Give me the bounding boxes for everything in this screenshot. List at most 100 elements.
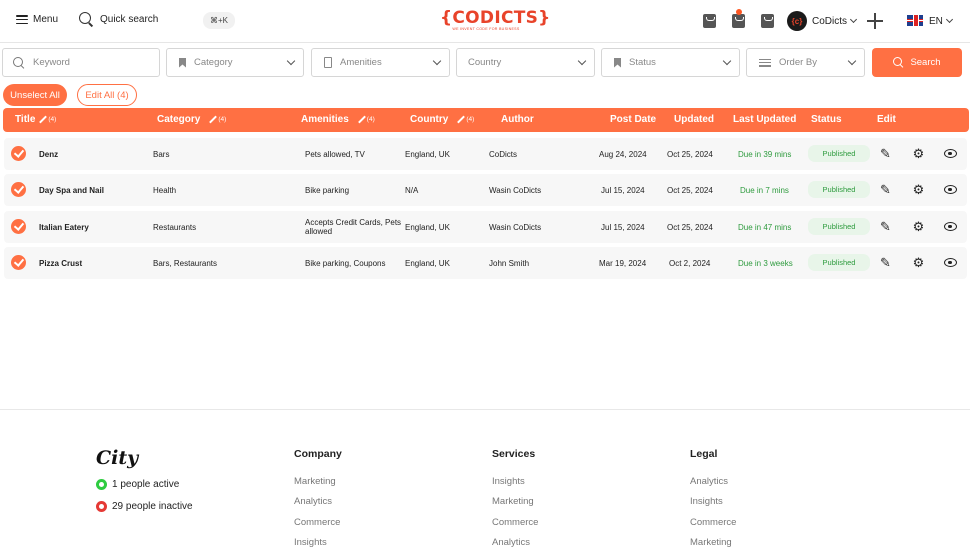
- plus-icon[interactable]: [867, 13, 883, 29]
- pencil-icon[interactable]: ✎: [878, 146, 893, 161]
- check-icon[interactable]: [11, 219, 26, 234]
- row-last-updated: Due in 47 mins: [738, 222, 792, 232]
- pencil-icon[interactable]: [209, 116, 216, 123]
- eye-icon[interactable]: [944, 222, 957, 231]
- logo-text: {CODICTS}: [440, 8, 551, 28]
- footer-link[interactable]: Insights: [690, 496, 736, 516]
- row-title[interactable]: Italian Eatery: [39, 211, 89, 243]
- footer-heading: Legal: [690, 448, 718, 460]
- quick-search-button[interactable]: Quick search: [79, 12, 158, 27]
- country-select[interactable]: Country: [456, 48, 595, 77]
- footer-link[interactable]: Marketing: [690, 537, 736, 550]
- brand-logo[interactable]: {CODICTS} WE INVENT CODE FOR BUSINESS: [440, 8, 551, 31]
- order-by-select[interactable]: Order By: [746, 48, 865, 77]
- row-title[interactable]: Denz: [39, 138, 58, 170]
- footer-link[interactable]: Analytics: [690, 476, 736, 496]
- language-selector[interactable]: EN: [929, 15, 953, 27]
- user-menu[interactable]: CoDicts: [812, 15, 858, 27]
- row-category: Health: [153, 185, 177, 195]
- footer-link[interactable]: Insights: [294, 537, 342, 550]
- row-updated: Oct 25, 2024: [667, 222, 713, 232]
- row-category: Bars: [153, 149, 170, 159]
- header-post-date[interactable]: Post Date: [610, 114, 656, 125]
- check-icon[interactable]: [11, 146, 26, 161]
- table-row[interactable]: Italian Eatery Restaurants Accepts Credi…: [4, 211, 967, 243]
- header-updated[interactable]: Updated: [674, 114, 714, 125]
- header-category[interactable]: Category (4): [157, 114, 226, 125]
- gear-icon[interactable]: ⚙: [911, 182, 926, 197]
- country-label: Country: [468, 57, 502, 68]
- search-button-label: Search: [910, 57, 941, 68]
- search-button[interactable]: Search: [872, 48, 962, 77]
- order-by-label: Order By: [779, 57, 818, 68]
- amenities-select[interactable]: Amenities: [311, 48, 450, 77]
- header-author[interactable]: Author: [501, 114, 534, 125]
- footer-link[interactable]: Commerce: [294, 517, 342, 537]
- chevron-down-icon: [286, 56, 296, 66]
- category-label: Category: [194, 57, 233, 68]
- header-country-label: Country: [410, 114, 449, 125]
- edit-all-button[interactable]: Edit All (4): [77, 84, 137, 106]
- bookmark-icon: [179, 57, 186, 68]
- check-icon[interactable]: [11, 182, 26, 197]
- gear-icon[interactable]: ⚙: [911, 219, 926, 234]
- status-select[interactable]: Status: [601, 48, 740, 77]
- row-title[interactable]: Day Spa and Nail: [39, 174, 104, 206]
- pencil-icon[interactable]: ✎: [878, 219, 893, 234]
- inactive-status: 29 people inactive: [96, 501, 193, 512]
- download-icon[interactable]: [761, 14, 774, 28]
- uk-flag-icon[interactable]: [907, 15, 923, 26]
- footer-link[interactable]: Analytics: [294, 496, 342, 516]
- status-badge: Published: [808, 181, 870, 198]
- row-country: England, UK: [405, 149, 450, 159]
- keyword-input[interactable]: Keyword: [2, 48, 160, 77]
- menu-button[interactable]: Menu: [16, 14, 58, 25]
- avatar[interactable]: {c}: [787, 11, 807, 31]
- eye-icon[interactable]: [944, 185, 957, 194]
- search-icon: [893, 57, 904, 68]
- search-icon: [13, 56, 25, 69]
- pencil-icon[interactable]: ✎: [878, 255, 893, 270]
- footer-link[interactable]: Insights: [492, 476, 538, 496]
- header-title[interactable]: Title (4): [15, 114, 56, 125]
- footer-column-services: Services Insights Marketing Commerce Ana…: [492, 448, 538, 550]
- row-author: John Smith: [489, 258, 530, 268]
- pencil-icon[interactable]: [39, 116, 46, 123]
- row-amenities: Accepts Credit Cards, Pets allowed: [305, 218, 402, 236]
- notification-dot: [736, 9, 742, 15]
- footer-heading: Company: [294, 448, 342, 460]
- table-header: Title (4) Category (4) Amenities (4) Cou…: [3, 108, 969, 132]
- footer-link[interactable]: Commerce: [492, 517, 538, 537]
- eye-icon[interactable]: [944, 149, 957, 158]
- table-row[interactable]: Pizza Crust Bars, Restaurants Bike parki…: [4, 247, 967, 279]
- status-badge: Published: [808, 145, 870, 162]
- gear-icon[interactable]: ⚙: [911, 146, 926, 161]
- check-icon[interactable]: [11, 255, 26, 270]
- row-updated: Oct 2, 2024: [669, 258, 711, 268]
- table-row[interactable]: Day Spa and Nail Health Bike parking N/A…: [4, 174, 967, 206]
- header-status[interactable]: Status: [811, 114, 842, 125]
- footer-link[interactable]: Analytics: [492, 537, 538, 550]
- footer-link[interactable]: Marketing: [492, 496, 538, 516]
- active-dot-icon: [96, 479, 107, 490]
- row-author: CoDicts: [489, 149, 518, 159]
- notification-icon[interactable]: [732, 14, 745, 28]
- eye-icon[interactable]: [944, 258, 957, 267]
- row-title[interactable]: Pizza Crust: [39, 247, 82, 279]
- header-last-updated[interactable]: Last Updated: [733, 114, 796, 125]
- table-row[interactable]: Denz Bars Pets allowed, TV England, UK C…: [4, 138, 967, 170]
- pencil-icon[interactable]: ✎: [878, 182, 893, 197]
- footer-link[interactable]: Marketing: [294, 476, 342, 496]
- footer-brand[interactable]: City: [96, 447, 138, 469]
- gear-icon[interactable]: ⚙: [911, 255, 926, 270]
- pencil-icon[interactable]: [358, 116, 365, 123]
- footer-link[interactable]: Commerce: [690, 517, 736, 537]
- category-select[interactable]: Category: [166, 48, 304, 77]
- unselect-all-button[interactable]: Unselect All: [3, 84, 67, 106]
- pencil-icon[interactable]: [457, 116, 464, 123]
- row-author: Wasin CoDicts: [489, 222, 542, 232]
- header-amenities[interactable]: Amenities (4): [301, 114, 375, 125]
- inbox-icon[interactable]: [703, 14, 716, 28]
- status-badge: Published: [808, 254, 870, 271]
- header-country[interactable]: Country (4): [410, 114, 474, 125]
